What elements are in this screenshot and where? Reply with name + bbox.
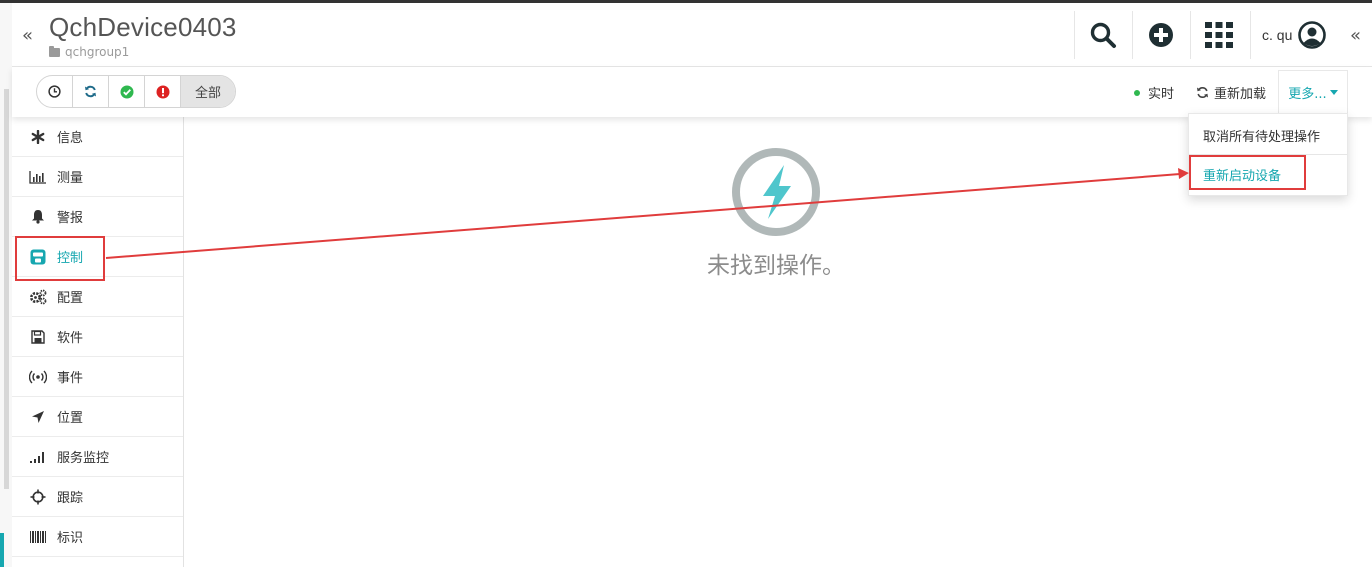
toolbar: 全部 实时 重新加载 更多... — [12, 67, 1372, 117]
sidebar-item-info[interactable]: 信息 — [12, 117, 183, 157]
control-icon — [29, 248, 47, 266]
sidebar-item-label: 跟踪 — [57, 491, 84, 506]
user-name: c. qu — [1262, 27, 1293, 43]
sidebar-item-label: 警报 — [57, 211, 84, 226]
bar-chart-icon — [29, 168, 47, 186]
breadcrumb-group[interactable]: qchgroup1 — [49, 45, 129, 59]
status-filter-group: 全部 — [36, 75, 236, 108]
add-button[interactable] — [1132, 3, 1190, 67]
sidebar-item-control[interactable]: 控制 — [12, 237, 183, 277]
realtime-toggle[interactable]: 实时 — [1134, 83, 1174, 102]
filter-failed-button[interactable] — [145, 76, 181, 107]
reload-button[interactable]: 重新加载 — [1196, 83, 1266, 102]
sidebar-item-identity[interactable]: 标识 — [12, 517, 183, 557]
more-label: 更多... — [1288, 87, 1327, 102]
page-header: « QchDevice0403 qchgroup1 c. qu « — [12, 3, 1372, 67]
sidebar-item-label: 控制 — [57, 251, 84, 266]
page-title: QchDevice0403 — [49, 12, 237, 42]
clock-icon — [48, 85, 61, 98]
realtime-status-dot — [1134, 89, 1140, 96]
group-label: qchgroup1 — [65, 45, 130, 59]
left-edge-gutter — [0, 3, 12, 567]
barcode-icon — [29, 528, 47, 546]
sidebar-item-alarms[interactable]: 警报 — [12, 197, 183, 237]
cogs-icon — [29, 288, 47, 306]
more-dropdown-button[interactable]: 更多... — [1278, 70, 1348, 114]
sidebar-item-events[interactable]: 事件 — [12, 357, 183, 397]
floppy-icon — [29, 328, 47, 346]
app-switcher-button[interactable] — [1190, 3, 1248, 67]
refresh-icon — [1197, 87, 1208, 98]
crosshair-icon — [29, 488, 47, 506]
user-avatar-icon — [1298, 21, 1327, 49]
filter-pending-button[interactable] — [37, 76, 73, 107]
caret-down-icon — [1329, 90, 1338, 95]
refresh-icon — [85, 85, 96, 98]
menu-item-cancel-pending[interactable]: 取消所有待处理操作 — [1189, 116, 1347, 154]
menu-item-restart-device[interactable]: 重新启动设备 — [1189, 155, 1347, 193]
filter-successful-button[interactable] — [109, 76, 145, 107]
search-button[interactable] — [1074, 3, 1132, 67]
user-menu-button[interactable]: c. qu — [1250, 3, 1350, 67]
sidebar-item-tracking[interactable]: 跟踪 — [12, 477, 183, 517]
sidebar-item-label: 配置 — [57, 291, 84, 306]
sidebar-item-label: 服务监控 — [57, 451, 110, 466]
sidebar-item-software[interactable]: 软件 — [12, 317, 183, 357]
plus-circle-icon — [1149, 23, 1173, 47]
sidebar-item-label: 事件 — [57, 371, 84, 386]
check-circle-icon — [120, 85, 133, 98]
left-accent-mark — [0, 533, 4, 567]
sidebar-item-label: 信息 — [57, 131, 84, 146]
sidebar-item-configuration[interactable]: 配置 — [12, 277, 183, 317]
sidebar-item-service-monitoring[interactable]: 服务监控 — [12, 437, 183, 477]
sidebar: 信息 测量 警报 控制 配置 软件 事件 位置 服务监控 跟踪 标识 — [12, 117, 184, 567]
grid-icon — [1205, 22, 1233, 48]
empty-state-message: 未找到操作。 — [707, 253, 845, 279]
sidebar-item-label: 标识 — [57, 531, 84, 546]
realtime-label: 实时 — [1148, 87, 1175, 102]
bell-icon — [29, 208, 47, 226]
sidebar-item-label: 软件 — [57, 331, 84, 346]
collapse-right-button[interactable]: « — [1350, 25, 1361, 46]
more-dropdown-menu: 取消所有待处理操作 重新启动设备 — [1188, 113, 1348, 196]
broadcast-icon — [29, 368, 47, 386]
left-scrollbar[interactable] — [4, 89, 9, 489]
asterisk-icon — [29, 128, 47, 146]
sidebar-item-label: 测量 — [57, 171, 84, 186]
filter-executing-button[interactable] — [73, 76, 109, 107]
signal-bars-icon — [29, 448, 47, 466]
reload-label: 重新加载 — [1214, 87, 1267, 102]
sidebar-item-label: 位置 — [57, 411, 84, 426]
collapse-left-button[interactable]: « — [22, 25, 33, 46]
sidebar-item-measurements[interactable]: 测量 — [12, 157, 183, 197]
sidebar-item-location[interactable]: 位置 — [12, 397, 183, 437]
search-icon — [1090, 22, 1116, 48]
exclamation-circle-icon — [156, 85, 169, 98]
filter-all-button[interactable]: 全部 — [181, 76, 235, 107]
location-arrow-icon — [29, 408, 47, 426]
lightning-bolt-icon — [732, 148, 820, 236]
folder-icon — [49, 45, 60, 57]
